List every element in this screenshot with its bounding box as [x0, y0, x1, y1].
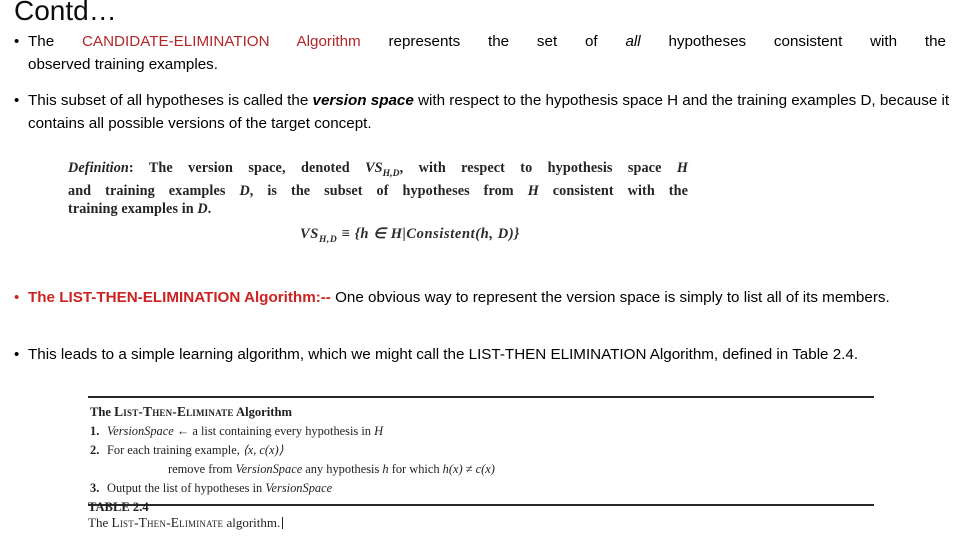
definition-line-1-b: : The: [128, 160, 173, 176]
bullet-1-mid: represents the set of: [388, 33, 598, 50]
list-then-elimination-label: The LIST-THEN-ELIMINATION Algorithm:--: [28, 289, 331, 306]
caption-post: algorithm.: [223, 515, 281, 530]
definition-line-3-c: .: [207, 200, 212, 217]
algorithm-step-2-body: For each training example,: [107, 443, 243, 457]
training-example-tuple: ⟨x, c(x)⟩: [242, 443, 284, 457]
definition-vs-subscript: H,D: [382, 168, 400, 179]
caption-algorithm-name: List-Then-Eliminate: [111, 515, 224, 530]
bullet-3-line-2: to list all of its members.: [726, 289, 890, 306]
substep-pre: remove from: [168, 462, 236, 476]
bullet-marker: •: [14, 33, 20, 50]
definition-line-3: training examples in D.: [68, 201, 688, 219]
bullet-3-post: One obvious way to represent the version…: [335, 289, 723, 306]
algorithm-figure: The List-Then-Eliminate Algorithm 1. Ver…: [88, 396, 874, 506]
text-caret: [282, 517, 284, 529]
algorithm-step-1: 1. VersionSpace ← a list containing ever…: [90, 423, 874, 440]
algorithm-heading-post: Algorithm: [233, 405, 292, 419]
algorithm-step-3-body: Output the list of hypotheses in: [107, 481, 266, 495]
bullet-item-list-then-elimination: • The LIST-THEN-ELIMINATION Algorithm:--…: [14, 286, 950, 309]
definition-line-2-e: consistent with the: [552, 183, 688, 200]
bullet-marker: •: [14, 92, 20, 109]
version-space-variable: VersionSpace: [107, 424, 174, 438]
definition-keyword: Definition: [68, 160, 129, 176]
algorithm-step-2-text: For each training example, ⟨x, c(x)⟩: [107, 442, 284, 459]
bullet-item-candidate-elimination: • The CANDIDATE-ELIMINATION Algorithm re…: [14, 30, 946, 76]
definition-version-space: version space: [188, 160, 282, 176]
version-space-variable-3: VersionSpace: [265, 481, 333, 495]
bullet-1-pre: The: [28, 33, 55, 50]
formula-relation: ≡: [341, 226, 351, 242]
algorithm-heading-pre: The: [90, 405, 115, 419]
bullet-2-pre: This subset of all hypotheses is called …: [28, 92, 309, 109]
bullet-marker: •: [14, 289, 20, 306]
bullet-text: This leads to a simple learning algorith…: [28, 343, 952, 366]
definition-line-3-a: training examples in: [68, 200, 194, 217]
table-number: TABLE 2.4: [88, 500, 149, 514]
bullet-1-line-2: observed training examples.: [28, 56, 218, 73]
algorithm-step-1-number: 1.: [90, 424, 100, 438]
algorithm-body: The List-Then-Eliminate Algorithm 1. Ver…: [88, 398, 874, 501]
algorithm-heading: The List-Then-Eliminate Algorithm: [90, 404, 874, 420]
algorithm-step-1-text: VersionSpace ← a list containing every h…: [107, 423, 383, 440]
definition-line-1-d: , denoted: [281, 160, 350, 176]
definition-d-symbol-3: D: [197, 200, 208, 217]
bullet-item-table-reference: • This leads to a simple learning algori…: [14, 343, 952, 366]
definition-line-1-f: , with respect to hypothesis space: [399, 160, 662, 176]
formula-rhs: {h ∈ H|Consistent(h, D)}: [354, 226, 520, 242]
page-title: Contd…: [14, 0, 117, 26]
definition-d-symbol: D: [239, 183, 250, 200]
bullet-4-line-2: defined in Table 2.4.: [722, 346, 859, 363]
bullet-2-line-1: This subset of all hypotheses is called …: [28, 92, 733, 109]
bullet-1-emphasis: all: [625, 33, 641, 50]
algorithm-step-1-body: a list containing every hypothesis in: [189, 424, 375, 438]
version-space-variable-2: VersionSpace: [235, 462, 303, 476]
definition-line-1: Definition: The version space, denoted V…: [68, 160, 688, 183]
bullet-text: This subset of all hypotheses is called …: [28, 89, 950, 135]
candidate-elimination-label: CANDIDATE-ELIMINATION Algorithm: [81, 33, 361, 50]
bullet-3-line-1: The LIST-THEN-ELIMINATION Algorithm:-- O…: [28, 289, 723, 306]
bullet-4-line-1: This leads to a simple learning algorith…: [28, 346, 719, 363]
bullet-marker: •: [14, 346, 20, 363]
definition-figure: Definition: The version space, denoted V…: [68, 160, 688, 218]
bullet-item-version-space: • This subset of all hypotheses is calle…: [14, 89, 950, 135]
definition-vs-symbol: VS: [365, 160, 383, 176]
algorithm-step-2-substep: remove from VersionSpace any hypothesis …: [90, 461, 874, 478]
version-space-formula: VSH,D ≡ {h ∈ H|Consistent(h, D)}: [300, 226, 520, 245]
substep-condition: h(x) ≠ c(x): [442, 462, 495, 476]
algorithm-step-2-number: 2.: [90, 443, 100, 457]
definition-h-symbol-2: H: [527, 183, 539, 200]
bullet-2-post: with respect to the hypothesis space H a…: [418, 92, 733, 109]
bullet-1-line-1: The CANDIDATE-ELIMINATION Algorithm repr…: [28, 30, 946, 53]
formula-lhs-subscript: H,D: [318, 234, 338, 245]
formula-lhs: VS: [300, 226, 319, 242]
algorithm-step-3-number: 3.: [90, 481, 100, 495]
definition-line-2-c: , is the subset of hypotheses from: [249, 183, 514, 200]
substep-post: for which: [388, 462, 443, 476]
substep-mid: any hypothesis: [302, 462, 383, 476]
algorithm-step-1-h: H: [374, 424, 384, 438]
algorithm-heading-name: List-Then-Eliminate: [114, 404, 234, 419]
table-caption-text: The List-Then-Eliminate algorithm.: [88, 515, 284, 531]
table-caption: TABLE 2.4 The List-Then-Eliminate algori…: [88, 500, 284, 531]
algorithm-step-3: 3. Output the list of hypotheses in Vers…: [90, 480, 874, 497]
assignment-arrow-icon: ←: [176, 424, 190, 438]
bullet-text: The LIST-THEN-ELIMINATION Algorithm:-- O…: [28, 286, 950, 309]
definition-h-symbol: H: [676, 160, 688, 176]
algorithm-step-3-text: Output the list of hypotheses in Version…: [107, 480, 332, 497]
algorithm-step-2: 2. For each training example, ⟨x, c(x)⟩: [90, 442, 874, 459]
caption-pre: The: [88, 515, 112, 530]
definition-line-2: and training examples D, is the subset o…: [68, 183, 688, 201]
bullet-1-post: hypotheses consistent with the: [668, 33, 946, 50]
version-space-emphasis: version space: [312, 92, 414, 109]
definition-line-2-a: and training examples: [68, 183, 226, 200]
bullet-text: The CANDIDATE-ELIMINATION Algorithm repr…: [28, 30, 946, 76]
